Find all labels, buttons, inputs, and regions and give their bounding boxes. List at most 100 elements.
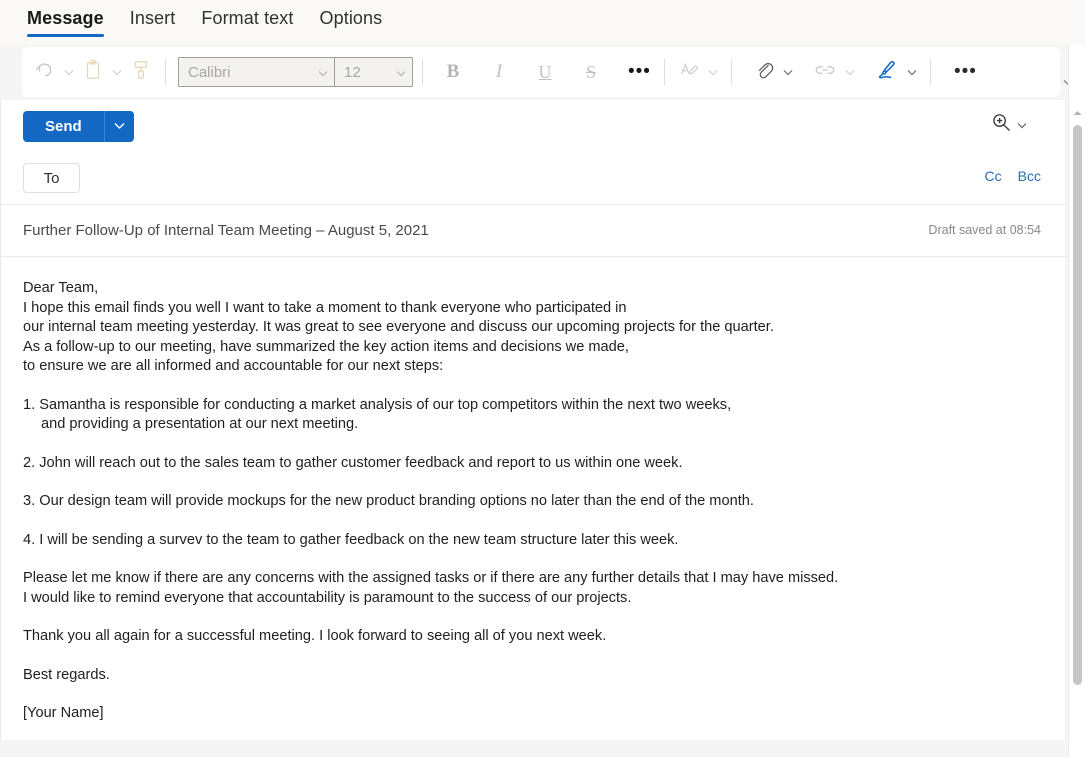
ribbon-container: Calibri 12 B I U S ••• ••• bbox=[0, 45, 1085, 100]
ribbon-divider-4 bbox=[730, 59, 732, 85]
body-closing-line-1: Please let me know if there are any conc… bbox=[23, 570, 839, 586]
signature-button[interactable] bbox=[871, 55, 903, 89]
italic-icon: I bbox=[495, 61, 503, 82]
body-intro-line-3: As a follow-up to our meeting, have summ… bbox=[23, 338, 629, 355]
body-signoff: Best regards. bbox=[23, 666, 110, 683]
bold-icon: B bbox=[446, 61, 460, 82]
font-color-dropdown-chevron[interactable] bbox=[704, 55, 722, 89]
draft-saved-status: Draft saved at 08:54 bbox=[928, 223, 1041, 237]
font-color-button[interactable] bbox=[674, 55, 704, 89]
compose-pane: Send To Cc Bcc Further Follow-Up of Inte… bbox=[0, 100, 1065, 740]
ribbon-divider-2 bbox=[422, 59, 423, 85]
signature-dropdown-chevron[interactable] bbox=[903, 55, 921, 89]
undo-dropdown-chevron[interactable] bbox=[60, 55, 78, 89]
italic-button[interactable]: I bbox=[484, 55, 514, 89]
link-dropdown-chevron[interactable] bbox=[841, 55, 859, 89]
more-font-options-button[interactable]: ••• bbox=[624, 55, 655, 89]
tab-message[interactable]: Message bbox=[14, 0, 117, 45]
to-field[interactable]: To bbox=[23, 163, 80, 193]
tab-options[interactable]: Options bbox=[307, 0, 396, 45]
ellipsis-icon: ••• bbox=[953, 61, 977, 82]
ribbon-toolbar: Calibri 12 B I U S ••• ••• bbox=[22, 47, 1060, 97]
body-salutation: Dear Team, bbox=[23, 280, 99, 296]
chevron-down-icon bbox=[114, 117, 125, 135]
ribbon-divider-3 bbox=[663, 59, 665, 85]
body-item-1-line-2: and providing a presentation at our next… bbox=[41, 416, 359, 432]
vertical-scrollbar[interactable] bbox=[1068, 45, 1085, 757]
more-commands-button[interactable]: ••• bbox=[950, 55, 981, 89]
attach-button[interactable] bbox=[749, 55, 779, 89]
strikethrough-icon: S bbox=[585, 61, 596, 82]
tab-message-label: Message bbox=[27, 8, 104, 28]
send-split-button: Send bbox=[23, 110, 134, 142]
font-controls: Calibri 12 bbox=[178, 57, 413, 87]
link-icon bbox=[813, 59, 837, 86]
chevron-down-icon bbox=[396, 64, 406, 81]
bcc-link[interactable]: Bcc bbox=[1018, 168, 1041, 184]
chevron-down-icon bbox=[1017, 116, 1027, 134]
send-button[interactable]: Send bbox=[23, 110, 104, 142]
body-item-3: 3. Our design team will provide mockups … bbox=[23, 493, 754, 509]
scroll-up-arrow[interactable] bbox=[1069, 105, 1085, 121]
tab-options-label: Options bbox=[319, 8, 383, 28]
body-intro-line-4: to ensure we are all informed and accoun… bbox=[23, 358, 444, 374]
strikethrough-button[interactable]: S bbox=[576, 55, 606, 89]
body-item-4: 4. I will be sending a survev to the tea… bbox=[23, 531, 679, 548]
tab-insert-label: Insert bbox=[129, 8, 176, 28]
chevron-down-icon bbox=[318, 64, 328, 81]
ribbon-divider-1 bbox=[165, 59, 166, 85]
message-body-editor[interactable]: Dear Team, I hope this email finds you w… bbox=[1, 257, 1065, 724]
zoom-in-icon bbox=[991, 112, 1012, 138]
body-item-1-line-1: 1. Samantha is responsible for conductin… bbox=[23, 396, 732, 413]
subject-input[interactable]: Further Follow-Up of Internal Team Meeti… bbox=[23, 222, 429, 239]
send-options-button[interactable] bbox=[103, 110, 134, 142]
cc-link[interactable]: Cc bbox=[985, 168, 1002, 184]
underline-button[interactable]: U bbox=[530, 55, 560, 89]
font-size-value: 12 bbox=[344, 63, 361, 81]
attach-dropdown-chevron[interactable] bbox=[779, 55, 797, 89]
body-thanks: Thank you all again for a successful mee… bbox=[23, 628, 607, 644]
font-size-select[interactable]: 12 bbox=[334, 58, 412, 86]
zoom-control[interactable] bbox=[991, 112, 1027, 138]
bold-button[interactable]: B bbox=[438, 55, 468, 89]
tab-selected-underline bbox=[27, 34, 104, 37]
undo-button[interactable] bbox=[30, 55, 60, 89]
tab-format-text[interactable]: Format text bbox=[188, 0, 306, 45]
recipients-row: To Cc Bcc bbox=[1, 152, 1065, 205]
ribbon-tab-strip: Message Insert Format text Options bbox=[0, 0, 1085, 45]
paste-button[interactable] bbox=[78, 55, 108, 89]
underline-icon: U bbox=[538, 61, 552, 82]
font-name-select[interactable]: Calibri bbox=[179, 58, 334, 86]
format-painter-button[interactable] bbox=[126, 55, 156, 89]
paste-clipboard-icon bbox=[83, 59, 103, 86]
font-color-icon bbox=[678, 59, 700, 86]
subject-row: Further Follow-Up of Internal Team Meeti… bbox=[1, 205, 1065, 257]
ellipsis-icon: ••• bbox=[628, 61, 651, 82]
outlook-compose-window: Message Insert Format text Options Calib… bbox=[0, 0, 1085, 757]
cc-bcc-group: Cc Bcc bbox=[985, 168, 1041, 184]
body-intro-line-1: I hope this email finds you well I want … bbox=[23, 299, 627, 316]
body-signature-name: [Your Name] bbox=[23, 705, 104, 721]
signature-pen-icon bbox=[875, 58, 899, 87]
body-closing-line-2: I would like to remind everyone that acc… bbox=[23, 589, 632, 606]
ribbon-divider-5 bbox=[929, 59, 931, 85]
font-name-value: Calibri bbox=[188, 63, 231, 81]
undo-icon bbox=[34, 59, 56, 86]
paste-dropdown-chevron[interactable] bbox=[108, 55, 126, 89]
insert-link-button[interactable] bbox=[809, 55, 841, 89]
format-painter-icon bbox=[132, 59, 150, 86]
send-button-label: Send bbox=[45, 117, 82, 135]
send-row: Send bbox=[1, 100, 1065, 152]
body-item-2: 2. John will reach out to the sales team… bbox=[23, 454, 683, 471]
tabstrip-right-filler bbox=[1068, 0, 1085, 45]
tab-insert[interactable]: Insert bbox=[117, 0, 189, 45]
body-intro-line-2: our internal team meeting yesterday. It … bbox=[23, 319, 774, 335]
scrollbar-thumb[interactable] bbox=[1073, 125, 1082, 685]
